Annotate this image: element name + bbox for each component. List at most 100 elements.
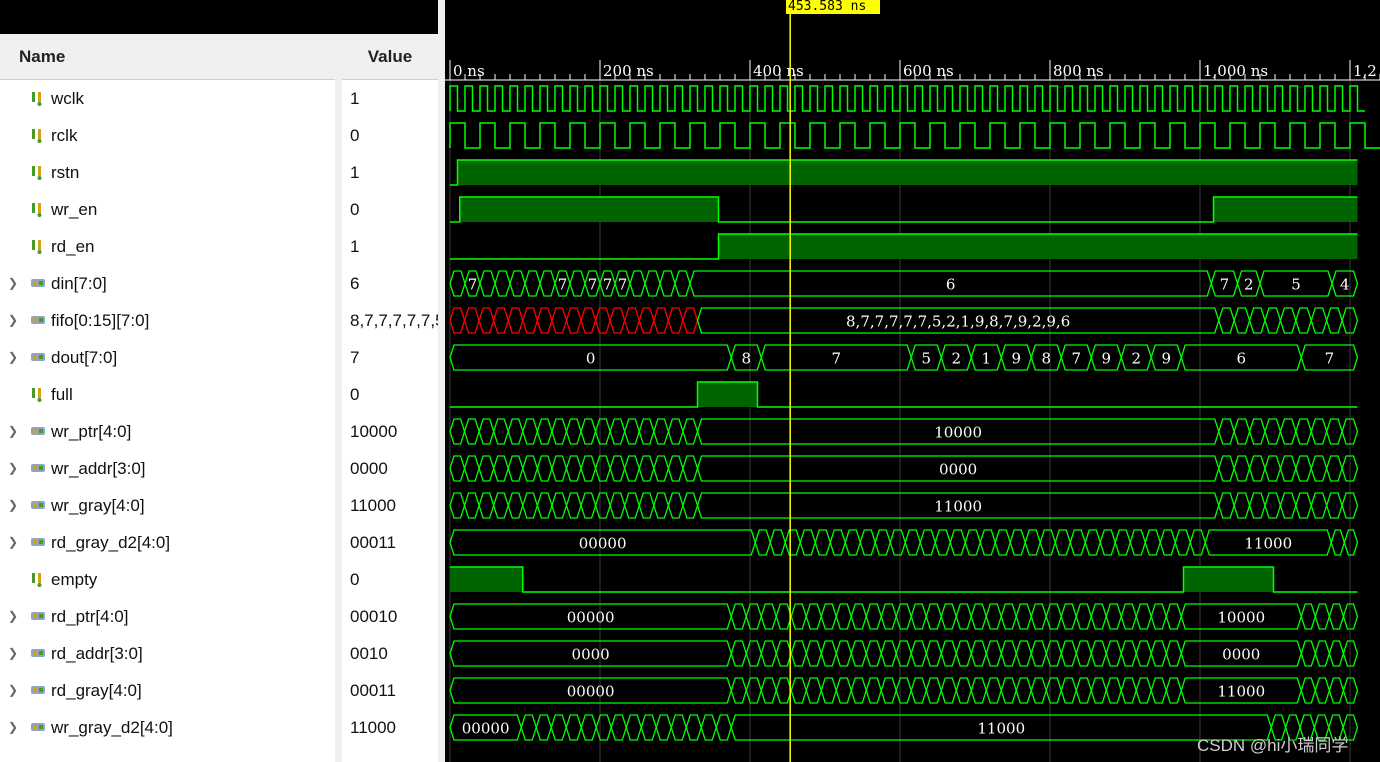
signal-value-row[interactable]: 0 (342, 117, 438, 154)
bus-segment (970, 603, 987, 630)
signal-value-row[interactable]: 0 (342, 376, 438, 413)
signal-row-rd-en[interactable]: rd_en (0, 228, 335, 265)
bus-segment-label: 00000 (579, 535, 627, 553)
logic-bit-icon (30, 165, 46, 186)
signal-value: 11000 (350, 496, 397, 515)
bus-segment-label: 2 (951, 350, 961, 368)
column-header-value[interactable]: Value (342, 34, 438, 80)
bus-segment (682, 307, 699, 334)
bus-segment (775, 603, 792, 630)
waveform-view[interactable]: 0 ns 200 ns 400 ns 600 ns 800 ns 1,000 ns 1,2 7… (445, 0, 1380, 762)
bus-segment (478, 307, 495, 334)
logic-bus-icon (30, 313, 46, 334)
bus-segment (850, 677, 867, 704)
signal-name: rd_en (51, 237, 95, 256)
chevron-right-icon[interactable]: ❯ (8, 684, 20, 696)
bus-segment (919, 529, 936, 556)
bus-segment-label: 7 (588, 276, 598, 294)
logic-bit-icon (30, 91, 46, 112)
chevron-right-icon[interactable]: ❯ (8, 314, 20, 326)
signal-row-rclk[interactable]: rclk (0, 117, 335, 154)
bus-segment (775, 640, 792, 667)
signal-row-empty[interactable]: empty (0, 561, 335, 598)
signal-value-row[interactable]: 7 (342, 339, 438, 376)
bus-segment (1165, 640, 1182, 667)
signal-row-wr-gray-d240[interactable]: ❯ wr_gray_d2[4:0] (0, 709, 335, 746)
chevron-right-icon[interactable]: ❯ (8, 462, 20, 474)
bus-segment (1045, 640, 1062, 667)
column-splitter[interactable] (335, 34, 342, 762)
signal-value-row[interactable]: 00010 (342, 598, 438, 635)
bus-segment (1015, 640, 1032, 667)
bus-segment (850, 603, 867, 630)
signal-name: rd_ptr[4:0] (51, 607, 129, 626)
bus-segment-label: 9 (1101, 350, 1111, 368)
logic-bus-icon (30, 683, 46, 704)
signal-value-row[interactable]: 0 (342, 561, 438, 598)
signal-row-rd-addr30[interactable]: ❯ rd_addr[3:0] (0, 635, 335, 672)
signal-value-row[interactable]: 8,7,7,7,7,7,5,2,1,9,8,7,9,2,9,6 (342, 302, 438, 339)
signal-value-row[interactable]: 11000 (342, 709, 438, 746)
signal-value-row[interactable]: 6 (342, 265, 438, 302)
bus-segment (463, 492, 480, 519)
bus-segment-label: 7 (603, 276, 613, 294)
signal-row-din70[interactable]: ❯ din[7:0] (0, 265, 335, 302)
bus-segment-label: 0000 (572, 646, 610, 664)
signal-value-row[interactable]: 1 (342, 228, 438, 265)
signal-row-fifo01570[interactable]: ❯ fifo[0:15][7:0] (0, 302, 335, 339)
signal-value-row[interactable]: 0 (342, 191, 438, 228)
signal-row-rd-gray-d240[interactable]: ❯ rd_gray_d2[4:0] (0, 524, 335, 561)
signal-name: wr_ptr[4:0] (51, 422, 132, 441)
chevron-right-icon[interactable]: ❯ (8, 647, 20, 659)
signal-row-wclk[interactable]: wclk (0, 80, 335, 117)
signal-value-row[interactable]: 0000 (342, 450, 438, 487)
signal-value-row[interactable]: 11000 (342, 487, 438, 524)
bus-segment (682, 492, 699, 519)
chevron-right-icon[interactable]: ❯ (8, 610, 20, 622)
signal-value-row[interactable]: 0010 (342, 635, 438, 672)
bus-segment-label: 9 (1011, 350, 1021, 368)
signal-row-rd-gray40[interactable]: ❯ rd_gray[4:0] (0, 672, 335, 709)
bus-segment (667, 455, 684, 482)
signal-name: wr_gray_d2[4:0] (51, 718, 173, 737)
ruler-tick-label: 0 ns (453, 62, 485, 80)
chevron-right-icon[interactable]: ❯ (8, 277, 20, 289)
bus-segment (1009, 529, 1026, 556)
bus-segment (1310, 418, 1328, 445)
bus-segment (1218, 455, 1235, 482)
signal-row-wr-addr30[interactable]: ❯ wr_addr[3:0] (0, 450, 335, 487)
signal-value-row[interactable]: 00011 (342, 524, 438, 561)
bus-segment (1144, 529, 1161, 556)
bus-segment (955, 677, 972, 704)
bus-segment (925, 640, 942, 667)
bit-high-fill (718, 234, 1358, 259)
signal-row-dout70[interactable]: ❯ dout[7:0] (0, 339, 335, 376)
signal-row-full[interactable]: full (0, 376, 335, 413)
bus-segment (1300, 677, 1316, 704)
chevron-right-icon[interactable]: ❯ (8, 721, 20, 733)
bus-segment-label: 7 (618, 276, 628, 294)
signal-row-wr-en[interactable]: wr_en (0, 191, 335, 228)
chevron-right-icon[interactable]: ❯ (8, 499, 20, 511)
panel-splitter[interactable] (438, 0, 445, 762)
signal-row-rd-ptr40[interactable]: ❯ rd_ptr[4:0] (0, 598, 335, 635)
signal-value-row[interactable]: 1 (342, 80, 438, 117)
signal-row-rstn[interactable]: rstn (0, 154, 335, 191)
signal-value-row[interactable]: 10000 (342, 413, 438, 450)
bus-segment (638, 307, 655, 334)
chevron-right-icon[interactable]: ❯ (8, 536, 20, 548)
signal-value-row[interactable]: 00011 (342, 672, 438, 709)
bus-segment (594, 418, 611, 445)
chevron-right-icon[interactable]: ❯ (8, 425, 20, 437)
bus-segment (835, 603, 852, 630)
bus-segment (745, 603, 762, 630)
waveform-canvas[interactable]: 0 ns 200 ns 400 ns 600 ns 800 ns 1,000 ns 1,2 7… (445, 0, 1380, 762)
chevron-right-icon[interactable]: ❯ (8, 351, 20, 363)
bus-segment (449, 455, 466, 482)
signal-row-wr-gray40[interactable]: ❯ wr_gray[4:0] (0, 487, 335, 524)
bus-segment (1039, 529, 1056, 556)
signal-value-row[interactable]: 1 (342, 154, 438, 191)
bus-segment (580, 307, 597, 334)
column-header-name[interactable]: Name (0, 34, 335, 80)
signal-row-wr-ptr40[interactable]: ❯ wr_ptr[4:0] (0, 413, 335, 450)
